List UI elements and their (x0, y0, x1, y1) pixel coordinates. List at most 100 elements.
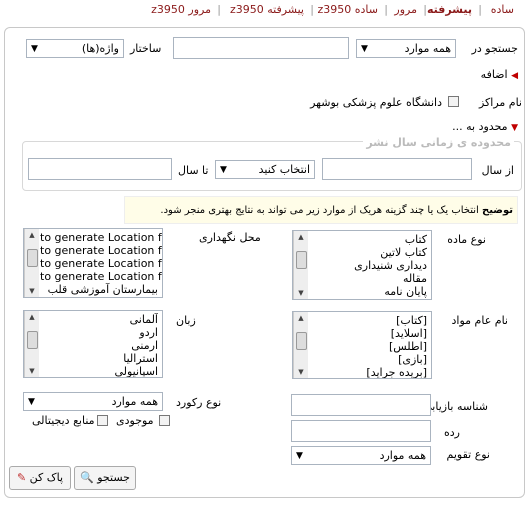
record-type-select[interactable]: ▼ همه موارد (23, 392, 163, 411)
list-item[interactable]: بیمارستان آموزشی قلب (40, 283, 162, 296)
triangle-down-icon: ▼ (511, 123, 518, 133)
structure-label: ساختار (130, 42, 162, 55)
scrollbar[interactable]: ▲ ▼ (24, 311, 39, 377)
hint-box: توضیح انتخاب یک یا چند گزینه هریک از موا… (124, 196, 518, 224)
material-type-label: نوع ماده (447, 233, 486, 246)
scroll-up-icon[interactable]: ▲ (294, 231, 308, 243)
tab-separator: | (478, 3, 482, 16)
year-type-select[interactable]: ▼ انتخاب کنید (215, 160, 315, 179)
scroll-up-icon[interactable]: ▲ (25, 311, 39, 323)
scroll-down-icon[interactable]: ▼ (294, 366, 308, 378)
list-item[interactable]: آلمانی (42, 313, 158, 326)
chevron-down-icon: ▼ (361, 44, 368, 54)
scrollbar[interactable]: ▲ ▼ (24, 229, 39, 297)
list-item[interactable]: کتاب (311, 233, 427, 246)
search-in-label: جستجو در (471, 42, 518, 55)
tab-separator: | (423, 3, 427, 16)
list-item[interactable]: [بریده جراید] (311, 366, 427, 378)
general-material-items: [کتاب] [اسلاید] [اطلس] [بازی] [بریده جرا… (311, 314, 427, 378)
centers-label: نام مراکز (478, 96, 522, 109)
list-item[interactable]: اردو (42, 326, 158, 339)
general-material-label: نام عام مواد (451, 314, 508, 327)
scroll-down-icon[interactable]: ▼ (25, 285, 39, 297)
year-range-legend: محدوده ی زمانی سال نشر (363, 136, 514, 149)
list-item[interactable]: [اسلاید] (311, 327, 427, 340)
location-items: to generate Location fo to generate Loca… (40, 231, 162, 296)
list-item[interactable]: to generate Location fo (40, 231, 162, 244)
calendar-label: نوع تقویم (446, 448, 491, 461)
digital-resources-checkbox[interactable] (97, 415, 108, 426)
scroll-up-icon[interactable]: ▲ (25, 229, 39, 241)
list-item[interactable]: کتاب لاتین (311, 246, 427, 259)
list-item[interactable]: [اطلس] (311, 340, 427, 353)
material-type-items: کتاب کتاب لاتین دیداری شنیداری مقاله پای… (311, 233, 427, 298)
rank-input[interactable] (291, 420, 431, 442)
scrollbar[interactable]: ▲ ▼ (293, 312, 308, 378)
location-label: محل نگهداری (199, 231, 261, 244)
tab-z3950-simple[interactable]: z3950 ساده (318, 3, 379, 16)
to-year-label: تا سال (178, 164, 209, 177)
available-checkbox[interactable] (159, 415, 170, 426)
scroll-thumb[interactable] (27, 331, 38, 349)
rank-label: رده (444, 426, 460, 439)
scroll-down-icon[interactable]: ▼ (25, 365, 39, 377)
tab-advanced[interactable]: پیشرفته (427, 3, 472, 16)
center-option-label: دانشگاه علوم پزشکی بوشهر (310, 96, 442, 109)
tab-separator: | (384, 3, 388, 16)
language-items: آلمانی اردو ارمنی استرالیا اسپانیولی (42, 313, 158, 377)
list-item[interactable]: to generate Location fo (40, 270, 162, 283)
scroll-thumb[interactable] (27, 249, 38, 267)
list-item[interactable]: ارمنی (42, 339, 158, 352)
center-checkbox[interactable] (448, 96, 459, 107)
scroll-up-icon[interactable]: ▲ (294, 312, 308, 324)
add-label: اضافه (480, 68, 508, 81)
limit-label: محدود به ... (452, 120, 508, 133)
list-item[interactable]: استرالیا (42, 352, 158, 365)
chevron-down-icon: ▼ (31, 44, 38, 54)
location-listbox[interactable]: ▲ ▼ to generate Location fo to generate … (23, 228, 163, 298)
to-year-input[interactable] (28, 158, 172, 180)
chevron-down-icon: ▼ (296, 451, 303, 461)
search-in-select[interactable]: ▼ همه موارد (356, 39, 456, 58)
clear-button[interactable]: ✎ پاک کن (9, 466, 71, 490)
tab-simple[interactable]: ساده (491, 3, 514, 16)
general-material-listbox[interactable]: [کتاب] [اسلاید] [اطلس] [بازی] [بریده جرا… (292, 311, 432, 379)
tab-z3950-advanced[interactable]: z3950 پیشرفته (230, 3, 304, 16)
chevron-down-icon: ▼ (28, 397, 35, 407)
scroll-thumb[interactable] (296, 332, 307, 350)
magnifier-icon: 🔍 (80, 471, 94, 484)
triangle-left-icon: ◀ (511, 71, 518, 81)
calendar-select[interactable]: ▼ همه موارد (291, 446, 431, 465)
material-type-listbox[interactable]: کتاب کتاب لاتین دیداری شنیداری مقاله پای… (292, 230, 432, 300)
scroll-thumb[interactable] (296, 251, 307, 269)
search-button[interactable]: 🔍 جستجو (74, 466, 136, 490)
language-listbox[interactable]: آلمانی اردو ارمنی استرالیا اسپانیولی ▲ ▼ (23, 310, 163, 378)
tab-browse[interactable]: مرور (394, 3, 417, 16)
hint-title: توضیح (482, 205, 513, 216)
list-item[interactable]: [کتاب] (311, 314, 427, 327)
tab-bar: ساده | پیشرفته | مرور | z3950 ساده | z39… (0, 0, 532, 20)
list-item[interactable]: اسپانیولی (42, 365, 158, 377)
list-item[interactable]: پایان نامه (311, 285, 427, 298)
retrieval-id-input[interactable] (291, 394, 431, 416)
hint-text: انتخاب یک یا چند گزینه هریک از موارد زیر… (160, 205, 479, 216)
structure-select[interactable]: ▼ واژه(ها) (26, 39, 124, 58)
eraser-icon: ✎ (16, 471, 27, 484)
available-label: موجودی (116, 414, 154, 427)
tab-separator: | (217, 3, 221, 16)
from-year-input[interactable] (322, 158, 472, 180)
scroll-down-icon[interactable]: ▼ (294, 287, 308, 299)
list-item[interactable]: to generate Location fo (40, 257, 162, 270)
list-item[interactable]: [بازی] (311, 353, 427, 366)
add-row-link[interactable]: ◀ اضافه (481, 68, 518, 81)
list-item[interactable]: مقاله (311, 272, 427, 285)
list-item[interactable]: دیداری شنیداری (311, 259, 427, 272)
record-type-label: نوع رکورد (176, 396, 222, 409)
tab-z3950-browse[interactable]: z3950 مرور (151, 3, 211, 16)
query-input[interactable] (173, 37, 349, 59)
scrollbar[interactable]: ▲ ▼ (293, 231, 308, 299)
digital-resources-label: منابع دیجیتالی (32, 414, 95, 427)
chevron-down-icon: ▼ (220, 165, 227, 175)
list-item[interactable]: to generate Location fo (40, 244, 162, 257)
limit-to-toggle[interactable]: ▼ محدود به ... (452, 120, 518, 133)
